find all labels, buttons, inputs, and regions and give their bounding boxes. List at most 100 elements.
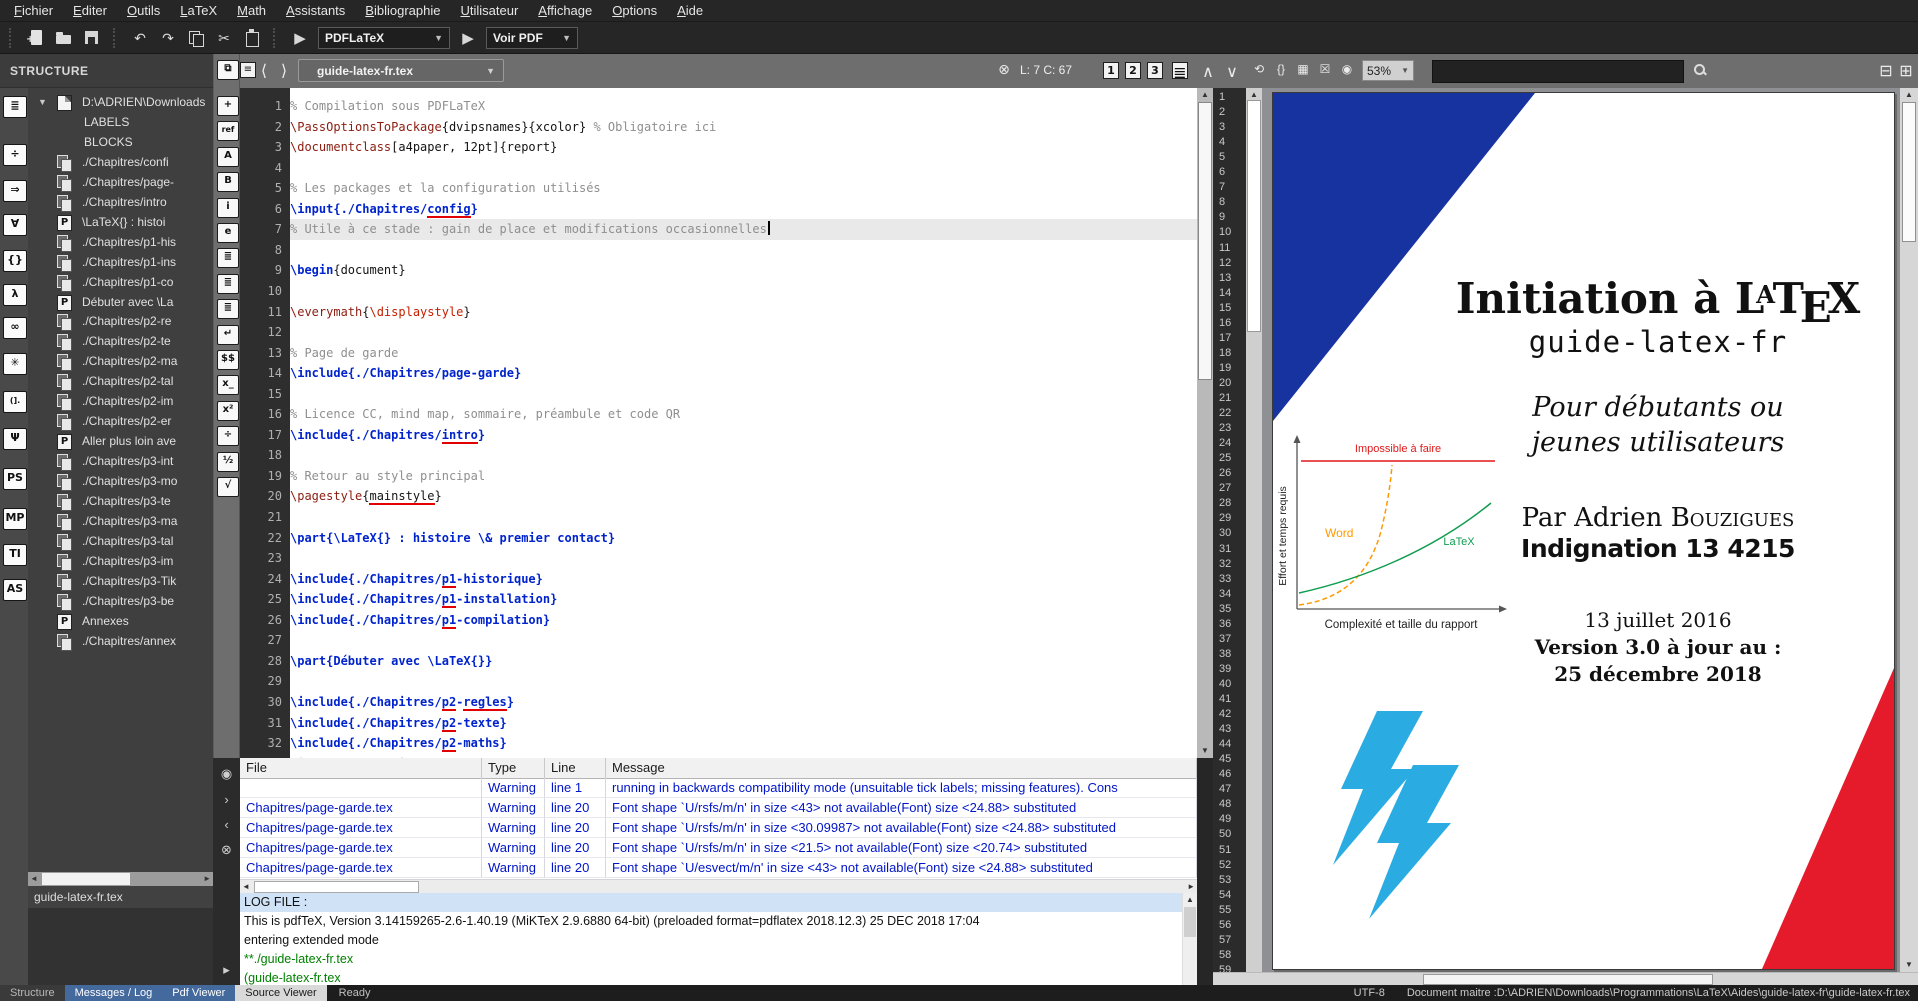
toolbar-grip[interactable] — [273, 28, 279, 48]
search-input[interactable] — [1432, 60, 1684, 83]
code-line[interactable] — [290, 630, 1197, 651]
toolbar-grip[interactable] — [113, 28, 119, 48]
log-line[interactable]: This is pdfTeX, Version 3.14159265-2.6-1… — [240, 912, 1197, 931]
prev-message-icon[interactable]: ‹ — [213, 817, 240, 832]
code-line[interactable] — [290, 281, 1197, 302]
tree-item[interactable]: ./Chapitres/p2-er — [28, 411, 213, 431]
log-line[interactable]: entering extended mode — [240, 931, 1197, 950]
chevron-down-icon[interactable]: ∨ — [1224, 62, 1240, 78]
code-line[interactable]: % Licence CC, mind map, sommaire, préamb… — [290, 404, 1197, 425]
pdf-page-number[interactable]: 8 — [1219, 195, 1225, 210]
lambda-icon[interactable]: λ — [3, 284, 27, 306]
code-line[interactable] — [290, 548, 1197, 569]
pdf-page-number[interactable]: 42 — [1219, 707, 1231, 722]
log-cell-message[interactable]: Font shape `U/rsfs/m/n' in size <43> not… — [606, 798, 1197, 818]
statusbar-tab-pdf-viewer[interactable]: Pdf Viewer — [162, 985, 235, 1001]
pdf-page-number[interactable]: 11 — [1219, 241, 1230, 256]
pdf-page-number[interactable]: 30 — [1219, 526, 1231, 541]
menu-item-assistants[interactable]: Assistants — [276, 0, 355, 22]
pdf-page-number[interactable]: 50 — [1219, 827, 1231, 842]
divide-icon[interactable]: ÷ — [217, 426, 239, 446]
eye-icon[interactable]: ◉ — [1338, 62, 1356, 79]
pdf-page-number[interactable]: 36 — [1219, 617, 1231, 632]
pdf-page-number[interactable]: 43 — [1219, 722, 1231, 737]
code-line[interactable]: \pagestyle{mainstyle} — [290, 486, 1197, 507]
log-cell-message[interactable]: Font shape `U/rsfs/m/n' in size <30.0998… — [606, 818, 1197, 838]
pdf-page-number[interactable]: 4 — [1219, 135, 1225, 150]
log-cell-type[interactable]: Warning — [482, 838, 545, 858]
tree-item[interactable]: ./Chapitres/p3-tal — [28, 531, 213, 551]
pdf-page-number[interactable]: 7 — [1219, 180, 1225, 195]
pdf-page-number[interactable]: 41 — [1219, 692, 1231, 707]
pdf-hscrollbar[interactable] — [1213, 972, 1918, 985]
code-line[interactable]: \include{./Chapitres/p2-regles} — [290, 692, 1197, 713]
menu-item-bibliographie[interactable]: Bibliographie — [355, 0, 450, 22]
tree-item[interactable]: ./Chapitres/p2-re — [28, 311, 213, 331]
pdf-page-number[interactable]: 19 — [1219, 361, 1231, 376]
enumerate-icon[interactable]: ≣ — [217, 274, 239, 294]
tree-item[interactable]: ▼D:\ADRIEN\Downloads — [28, 92, 213, 112]
detach-view-icon[interactable]: ⊞ — [1898, 61, 1914, 77]
log-cell-message[interactable]: Font shape `U/esvect/m/n' in size <43> n… — [606, 858, 1197, 878]
pdf-page-number[interactable]: 15 — [1219, 301, 1231, 316]
log-cell-message[interactable]: running in backwards compatibility mode … — [606, 778, 1197, 798]
math-mode-icon[interactable]: $$ — [217, 350, 239, 370]
search-icon[interactable] — [1692, 62, 1708, 78]
pdf-page-number[interactable]: 58 — [1219, 948, 1231, 963]
pdf-page-number[interactable]: 38 — [1219, 647, 1231, 662]
menu-item-fichier[interactable]: Fichier — [4, 0, 63, 22]
pstricks-icon[interactable]: PS — [3, 468, 27, 490]
menu-item-options[interactable]: Options — [602, 0, 667, 22]
line-list-icon[interactable]: ≣ — [1172, 62, 1188, 79]
compile-run-icon[interactable]: ▶ — [288, 26, 312, 50]
log-line[interactable]: (guide-latex-fr.tex — [240, 969, 1197, 985]
view-run-icon[interactable]: ▶ — [456, 26, 480, 50]
chevron-up-icon[interactable]: ∧ — [1200, 62, 1216, 78]
log-cell-line[interactable]: line 20 — [545, 858, 606, 878]
code-line[interactable]: % Compilation sous PDFLaTeX — [290, 96, 1197, 117]
code-line[interactable]: % Utile à ce stade : gain de place et mo… — [290, 219, 1197, 240]
braces-icon[interactable]: {} — [3, 250, 27, 272]
divide-icon[interactable]: ÷ — [3, 144, 27, 166]
code-line[interactable]: \include{./Chapitres/p1-historique} — [290, 569, 1197, 590]
log-cell-file[interactable]: Chapitres/page-garde.tex — [240, 858, 482, 878]
pdf-page-number[interactable]: 22 — [1219, 406, 1231, 421]
list-icon[interactable]: ≣ — [217, 299, 239, 319]
brackets-icon[interactable]: (]. — [3, 391, 27, 413]
itemize-icon[interactable]: ≣ — [217, 248, 239, 268]
pdf-page-number[interactable]: 44 — [1219, 737, 1231, 752]
person-icon[interactable]: Ψ — [3, 428, 27, 450]
asymptote-icon[interactable]: AS — [3, 579, 27, 601]
tree-item[interactable]: ./Chapitres/p2-ma — [28, 351, 213, 371]
log-cell-line[interactable]: line 20 — [545, 838, 606, 858]
tree-item[interactable]: BLOCKS — [28, 132, 213, 152]
code-line[interactable]: \part{Débuter avec \LaTeX{}} — [290, 651, 1197, 672]
menu-item-editer[interactable]: Editer — [63, 0, 117, 22]
copy-icon[interactable] — [184, 26, 208, 50]
view-pdf-select[interactable]: Voir PDF▼ — [486, 27, 578, 49]
pdf-page-number[interactable]: 24 — [1219, 436, 1231, 451]
sqrt-icon[interactable]: √ — [217, 477, 239, 497]
menu-item-math[interactable]: Math — [227, 0, 276, 22]
code-editor[interactable]: % Compilation sous PDFLaTeX\PassOptionsT… — [290, 88, 1197, 758]
tree-item[interactable]: ./Chapitres/p3-im — [28, 551, 213, 571]
redo-icon[interactable]: ↷ — [156, 26, 180, 50]
log-cell-file[interactable]: Chapitres/page-garde.tex — [240, 838, 482, 858]
log-cell-file[interactable]: Chapitres/page-garde.tex — [240, 798, 482, 818]
pdf-page-number[interactable]: 1 — [1219, 90, 1225, 105]
log-cell-type[interactable]: Warning — [482, 858, 545, 878]
save-icon[interactable] — [80, 26, 104, 50]
tree-item[interactable]: ./Chapitres/p3-te — [28, 491, 213, 511]
pdf-page-number[interactable]: 49 — [1219, 812, 1231, 827]
code-line[interactable] — [290, 671, 1197, 692]
tree-item[interactable]: ./Chapitres/p2-tal — [28, 371, 213, 391]
code-line[interactable]: % Page de garde — [290, 343, 1197, 364]
log-cell-file[interactable] — [240, 778, 482, 798]
log-cell-type[interactable]: Warning — [482, 778, 545, 798]
code-line[interactable] — [290, 158, 1197, 179]
pdf-page-number[interactable]: 39 — [1219, 662, 1231, 677]
scrollbar-thumb[interactable] — [1902, 102, 1916, 242]
pdf-page-number[interactable]: 51 — [1219, 843, 1231, 858]
log-cell-message[interactable]: Font shape `U/rsfs/m/n' in size <21.5> n… — [606, 838, 1197, 858]
grid-icon[interactable]: ▦ — [1294, 62, 1312, 79]
